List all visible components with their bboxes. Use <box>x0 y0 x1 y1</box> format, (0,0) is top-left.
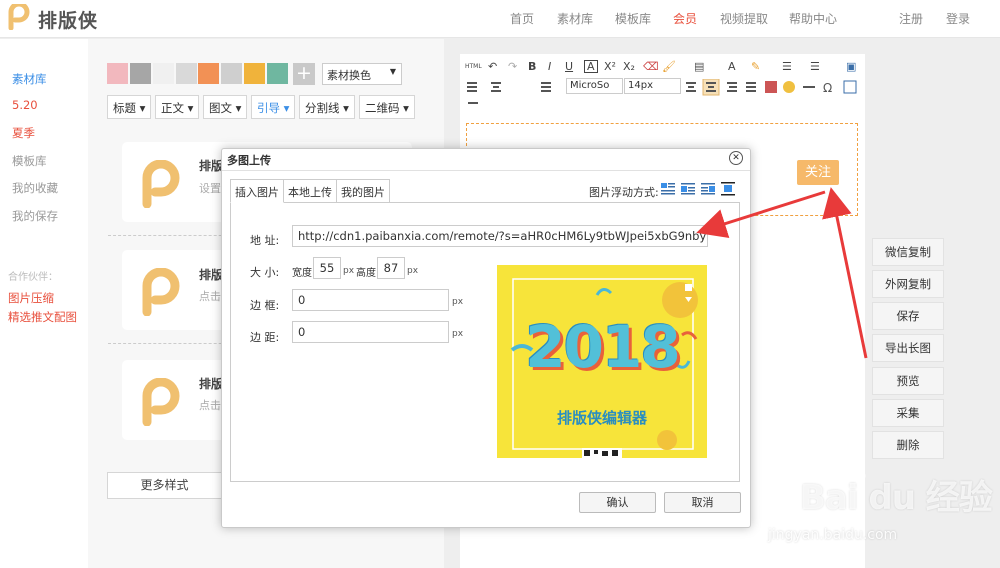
arrow-to-url-input <box>696 190 826 239</box>
arrow-to-follow-button <box>822 187 868 359</box>
tab-insert-image[interactable]: 插入图片 <box>230 179 284 203</box>
watermark-brand: Bai du 经验 <box>800 478 993 518</box>
watermark-url: jingyan.baidu.com <box>768 527 898 543</box>
